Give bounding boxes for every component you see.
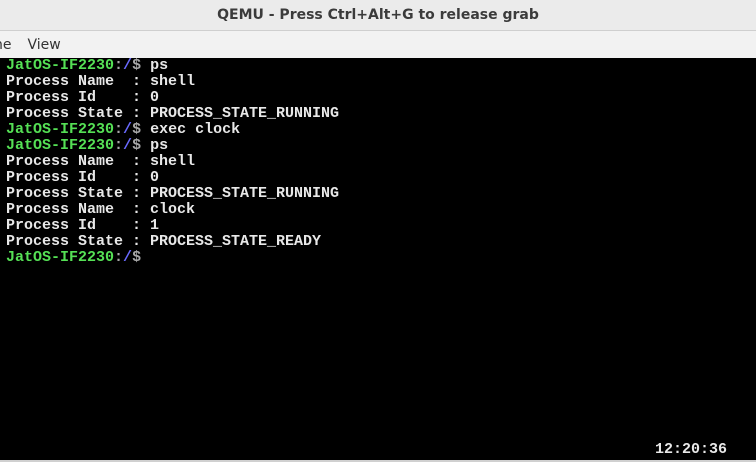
menu-machine[interactable]: ne bbox=[0, 37, 20, 53]
prompt-line: JatOS-IF2230:/$ ps bbox=[6, 138, 339, 154]
output-line: Process State : PROCESS_STATE_RUNNING bbox=[6, 185, 340, 202]
command-text: ps bbox=[141, 57, 169, 74]
prompt-symbol: $ bbox=[132, 137, 142, 154]
window-title-bar: QEMU - Press Ctrl+Alt+G to release grab bbox=[0, 0, 756, 31]
prompt-line: JatOS-IF2230:/$ ps bbox=[6, 58, 339, 74]
output-line: Process Name : clock bbox=[6, 201, 196, 218]
prompt-separator: : bbox=[114, 121, 124, 138]
prompt-host: JatOS-IF2230 bbox=[6, 249, 115, 266]
output-line: Process State : PROCESS_STATE_RUNNING bbox=[6, 105, 340, 122]
prompt-host: JatOS-IF2230 bbox=[6, 137, 115, 154]
output-line: Process Name : shell bbox=[6, 73, 196, 90]
menu-bar: ne View bbox=[0, 31, 756, 58]
prompt-line: JatOS-IF2230:/$ bbox=[6, 250, 339, 266]
prompt-path: / bbox=[123, 57, 133, 74]
prompt-host: JatOS-IF2230 bbox=[6, 121, 115, 138]
command-text: ps bbox=[141, 137, 169, 154]
prompt-separator: : bbox=[114, 249, 124, 266]
output-line: Process Id : 0 bbox=[6, 169, 160, 186]
prompt-path: / bbox=[123, 121, 133, 138]
prompt-separator: : bbox=[114, 57, 124, 74]
output-line: Process Name : shell bbox=[6, 153, 196, 170]
window-title: QEMU - Press Ctrl+Alt+G to release grab bbox=[217, 7, 539, 23]
prompt-separator: : bbox=[114, 137, 124, 154]
prompt-symbol: $ bbox=[132, 57, 142, 74]
command-text: exec clock bbox=[141, 121, 241, 138]
prompt-host: JatOS-IF2230 bbox=[6, 57, 115, 74]
prompt-symbol: $ bbox=[132, 121, 142, 138]
vm-screen[interactable]: JatOS-IF2230:/$ ps Process Name : shell Pr… bbox=[0, 58, 756, 460]
prompt-path: / bbox=[123, 137, 133, 154]
output-line: Process Id : 0 bbox=[6, 89, 160, 106]
prompt-symbol: $ bbox=[132, 249, 142, 266]
prompt-line: JatOS-IF2230:/$ exec clock bbox=[6, 122, 339, 138]
menu-view[interactable]: View bbox=[20, 37, 69, 53]
terminal-output: JatOS-IF2230:/$ ps Process Name : shell Pr… bbox=[6, 58, 339, 266]
prompt-path: / bbox=[123, 249, 133, 266]
clock-display: 12:20:36 bbox=[655, 441, 728, 458]
output-line: Process State : PROCESS_STATE_READY bbox=[6, 233, 322, 250]
output-line: Process Id : 1 bbox=[6, 217, 160, 234]
